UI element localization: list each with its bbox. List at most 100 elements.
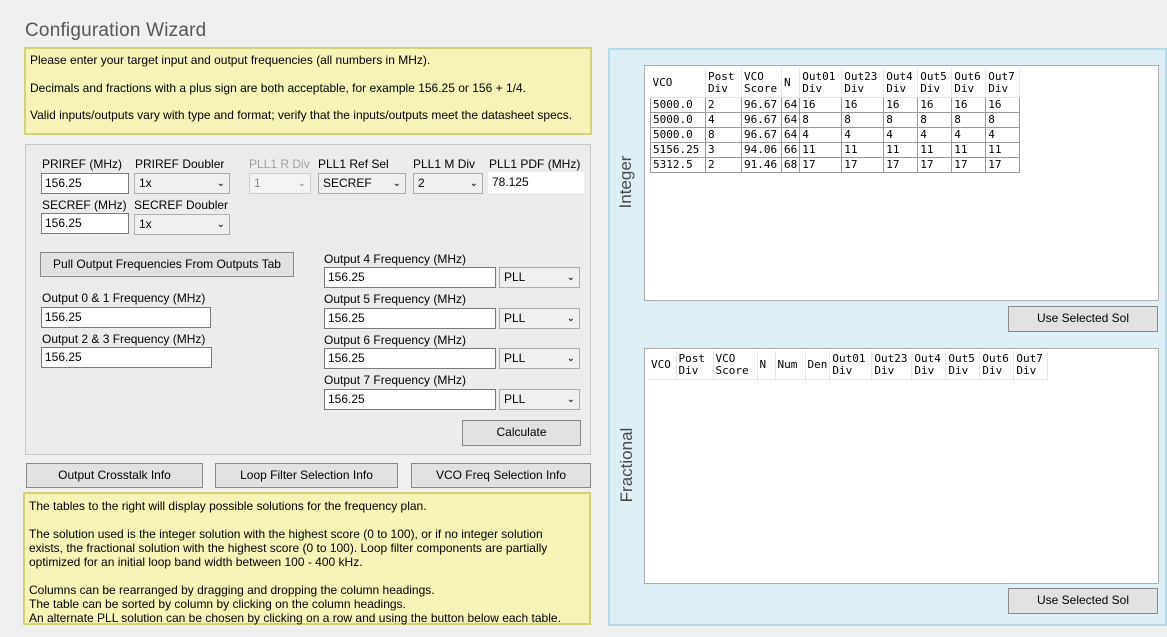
vco-freq-info-button[interactable]: VCO Freq Selection Info (411, 463, 591, 488)
table-cell: 16 (799, 96, 843, 113)
table-cell: 4 (951, 126, 987, 143)
pll1-m-div-select[interactable]: 2 ⌄ (413, 173, 483, 194)
fractional-solutions-table[interactable]: VCO Post Div VCO Score N Num Den Out01 Div Out23 Di… (644, 348, 1159, 584)
table-cell: 8 (917, 111, 953, 128)
output6-label: Output 6 Frequency (MHz) (324, 333, 467, 347)
table-row[interactable]: 5000.0 8 96.67 64 4 4 4 4 4 4 (650, 126, 1021, 143)
integer-solutions-table[interactable]: VCO Post Div VCO Score N Out01 Div Out23 Div Out4 D… (644, 65, 1159, 301)
column-header[interactable]: Out6 Div (979, 351, 1015, 380)
secref-doubler-select[interactable]: 1x ⌄ (134, 214, 230, 235)
fractional-grid: VCO Post Div VCO Score N Num Den Out01 Div Out23 Di… (649, 351, 1049, 380)
note-line: optimized for an initial loop band width… (29, 555, 363, 569)
table-cell: 96.67 (741, 111, 782, 128)
column-header[interactable]: N (781, 69, 801, 98)
priref-doubler-select[interactable]: 1x ⌄ (134, 173, 230, 194)
output-crosstalk-info-button[interactable]: Output Crosstalk Info (26, 463, 203, 488)
output5-input[interactable]: 156.25 (324, 308, 496, 329)
table-cell: 16 (917, 96, 953, 113)
column-header[interactable]: VCO Score (741, 69, 782, 98)
note-line: Decimals and fractions with a plus sign … (30, 81, 526, 95)
output4-label: Output 4 Frequency (MHz) (324, 252, 467, 266)
table-cell: 66 (780, 141, 801, 158)
column-header[interactable]: Post Div (676, 351, 714, 380)
chevron-down-icon: ⌄ (392, 178, 401, 189)
column-header[interactable]: Den (805, 351, 831, 380)
loop-filter-info-button[interactable]: Loop Filter Selection Info (215, 463, 398, 488)
column-header[interactable]: Out5 Div (917, 69, 953, 98)
table-cell: 8 (883, 111, 919, 128)
column-header[interactable]: VCO (649, 351, 677, 380)
pll1-ref-sel-select[interactable]: SECREF ⌄ (318, 173, 406, 194)
output6-input[interactable]: 156.25 (324, 348, 496, 369)
output6-source-select[interactable]: PLL ⌄ (499, 348, 580, 369)
table-cell: 5312.5 (650, 156, 706, 173)
table-cell: 2 (705, 96, 742, 113)
table-cell: 64 (780, 126, 801, 143)
table-cell: 4 (799, 126, 843, 143)
table-cell: 4 (705, 111, 742, 128)
chevron-down-icon: ⌄ (297, 178, 306, 189)
chevron-down-icon: ⌄ (469, 178, 478, 189)
table-cell: 5000.0 (650, 111, 706, 128)
calculate-button[interactable]: Calculate (462, 420, 581, 446)
column-header[interactable]: Out6 Div (951, 69, 987, 98)
table-row[interactable]: 5000.0 4 96.67 64 8 8 8 8 8 8 (650, 111, 1021, 128)
column-header[interactable]: Out5 Div (945, 351, 981, 380)
output23-input[interactable]: 156.25 (41, 347, 212, 368)
note-line: exists, the fractional solution with the… (29, 541, 548, 555)
column-header[interactable]: N (757, 351, 776, 380)
output7-source-select[interactable]: PLL ⌄ (499, 389, 580, 410)
priref-input[interactable]: 156.25 (41, 173, 129, 194)
table-cell: 5156.25 (650, 141, 706, 158)
table-cell: 5000.0 (650, 96, 706, 113)
table-cell: 91.46 (741, 156, 782, 173)
use-selected-fractional-button[interactable]: Use Selected Sol (1008, 588, 1158, 614)
output4-input[interactable]: 156.25 (324, 267, 496, 288)
table-row[interactable]: 5000.0 2 96.67 64 16 16 16 16 16 16 (650, 96, 1021, 113)
chevron-down-icon: ⌄ (216, 219, 225, 230)
table-cell: 17 (841, 156, 885, 173)
priref-doubler-label: PRIREF Doubler (135, 157, 225, 171)
table-cell: 17 (951, 156, 987, 173)
column-header[interactable]: VCO Score (713, 351, 758, 380)
table-row[interactable]: 5312.5 2 91.46 68 17 17 17 17 17 17 (650, 156, 1021, 173)
column-header[interactable]: Out7 Div (1013, 351, 1049, 380)
output4-source-value: PLL (504, 270, 526, 284)
chevron-down-icon: ⌄ (566, 394, 575, 405)
pll1-m-div-value: 2 (418, 176, 425, 190)
note-line: Columns can be rearranged by dragging an… (29, 583, 435, 597)
pll1-pdf-label: PLL1 PDF (MHz) (489, 157, 581, 171)
instructions-note: Please enter your target input and outpu… (24, 47, 592, 135)
column-header[interactable]: Out4 Div (883, 69, 919, 98)
fractional-section-label: Fractional (617, 427, 636, 503)
use-selected-integer-button[interactable]: Use Selected Sol (1008, 306, 1158, 332)
output7-input[interactable]: 156.25 (324, 389, 496, 410)
column-header[interactable]: Post Div (705, 69, 742, 98)
note-line: Valid inputs/outputs vary with type and … (30, 108, 573, 122)
table-cell: 16 (841, 96, 885, 113)
table-cell: 96.67 (741, 126, 782, 143)
column-header[interactable]: Out01 Div (829, 351, 873, 380)
column-header[interactable]: Out23 Div (871, 351, 913, 380)
column-header[interactable]: Out4 Div (911, 351, 947, 380)
output01-input[interactable]: 156.25 (41, 307, 211, 328)
table-row[interactable]: 5156.25 3 94.06 66 11 11 11 11 11 11 (650, 141, 1021, 158)
pll1-ref-sel-value: SECREF (323, 176, 372, 190)
table-cell: 2 (705, 156, 742, 173)
table-cell: 5000.0 (650, 126, 706, 143)
table-cell: 64 (780, 111, 801, 128)
output7-label: Output 7 Frequency (MHz) (324, 373, 467, 387)
column-header[interactable]: Out23 Div (841, 69, 885, 98)
column-header[interactable]: Num (775, 351, 806, 380)
output01-label: Output 0 & 1 Frequency (MHz) (42, 291, 206, 305)
table-cell: 16 (985, 96, 1021, 113)
secref-input[interactable]: 156.25 (41, 213, 129, 234)
column-header[interactable]: VCO (650, 69, 706, 98)
column-header[interactable]: Out7 Div (985, 69, 1021, 98)
pull-output-frequencies-button[interactable]: Pull Output Frequencies From Outputs Tab (40, 252, 294, 277)
output4-source-select[interactable]: PLL ⌄ (499, 267, 580, 288)
table-cell: 8 (841, 111, 885, 128)
output5-source-select[interactable]: PLL ⌄ (499, 308, 580, 329)
note-line: Please enter your target input and outpu… (30, 53, 431, 67)
column-header[interactable]: Out01 Div (799, 69, 843, 98)
